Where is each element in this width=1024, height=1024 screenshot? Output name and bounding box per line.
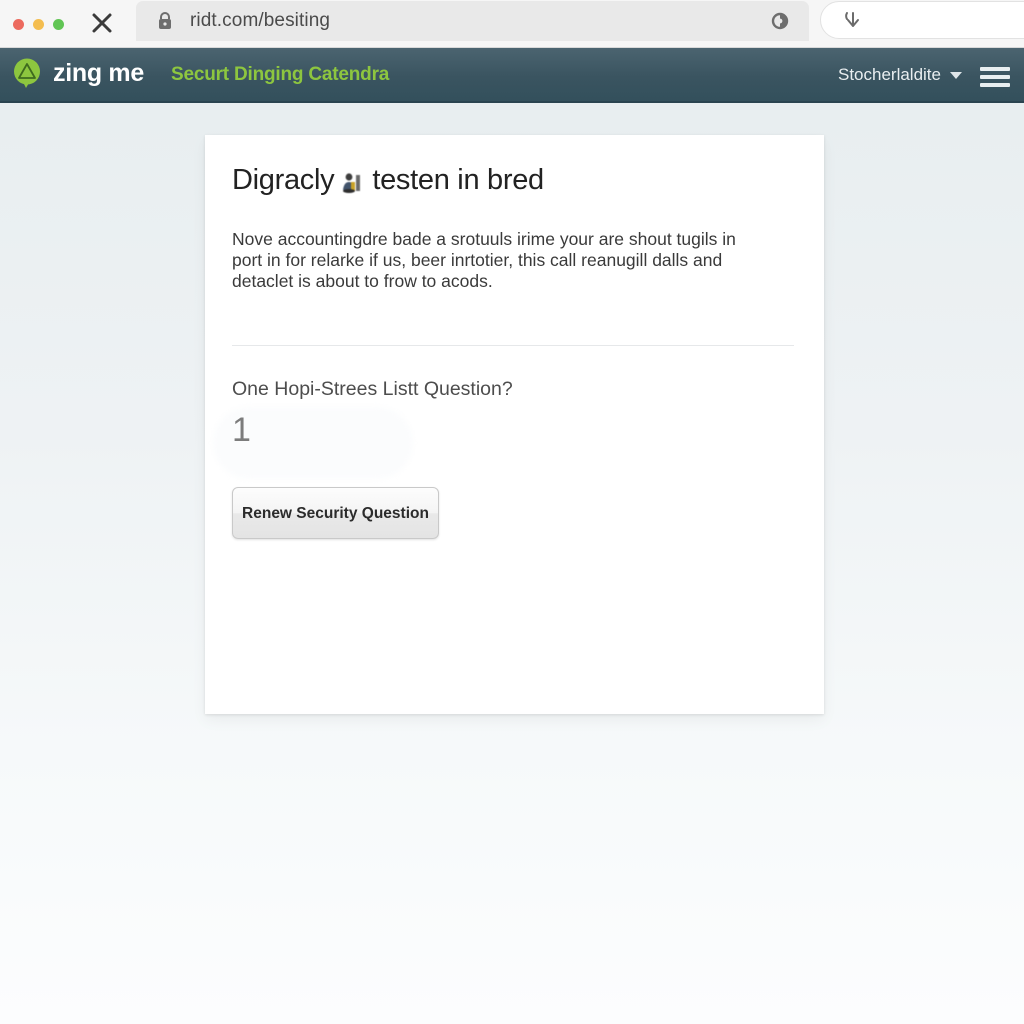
site-navbar: zing me Securt Dinging Catendra Stocherl…: [0, 48, 1024, 103]
security-answer-value: 1: [232, 411, 251, 449]
user-menu[interactable]: Stocherlaldite: [838, 65, 962, 85]
section-divider: [232, 345, 794, 346]
brand-name: zing me: [53, 58, 144, 87]
page-body: Digracly testen in bred Nove accountingd…: [0, 103, 1024, 1024]
page-title: Digracly testen in bred: [232, 164, 544, 197]
brand-block[interactable]: zing me: [12, 57, 144, 89]
url-text: ridt.com/besiting: [190, 10, 331, 31]
close-tab-icon[interactable]: [88, 6, 116, 40]
security-question-label: One Hopi-Strees Listt Question?: [232, 378, 513, 400]
user-menu-label: Stocherlaldite: [837, 65, 941, 84]
chevron-down-icon: [950, 71, 962, 79]
padlock-icon: [156, 11, 174, 31]
renew-security-question-button[interactable]: Renew Security Question: [232, 487, 439, 539]
page-title-suffix: testen in bred: [372, 164, 544, 196]
window-close-button[interactable]: [13, 19, 24, 30]
download-arrow-icon[interactable]: [843, 10, 863, 32]
nav-tagline[interactable]: Securt Dinging Catendra: [171, 64, 389, 86]
reload-icon[interactable]: [771, 12, 789, 30]
person-emoji: [340, 170, 366, 196]
window-minimize-button[interactable]: [33, 19, 44, 30]
downloads-bar[interactable]: [820, 1, 1024, 39]
address-bar[interactable]: ridt.com/besiting: [136, 1, 809, 41]
zing-me-logo-icon: [12, 57, 44, 89]
browser-toolbar: ridt.com/besiting: [0, 0, 1024, 48]
page-title-prefix: Digracly: [232, 164, 335, 196]
screenshot-root: ridt.com/besiting zing me Securt Dinging…: [0, 0, 1024, 1024]
window-traffic-lights: [13, 19, 64, 30]
security-question-card: Digracly testen in bred Nove accountingd…: [205, 135, 824, 714]
window-maximize-button[interactable]: [53, 19, 64, 30]
hamburger-menu-icon[interactable]: [980, 67, 1010, 87]
card-description: Nove accountingdre bade a srotuuls irime…: [232, 229, 736, 291]
